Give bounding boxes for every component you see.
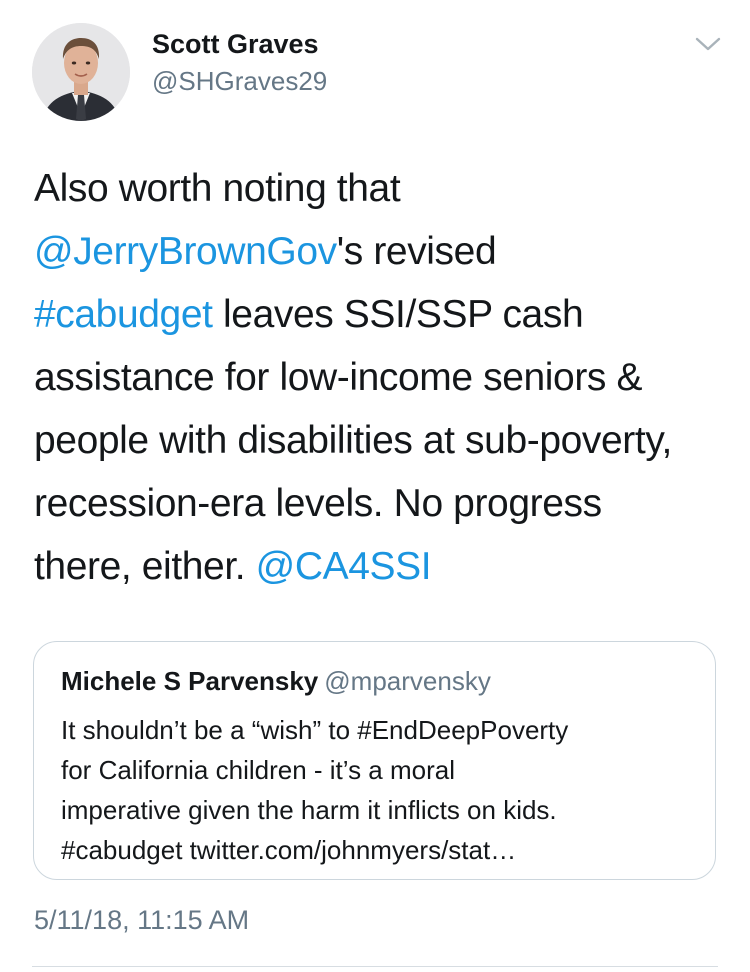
tweet-line: assistance for low-income seniors &	[34, 356, 643, 399]
divider	[32, 966, 718, 967]
tweet-line: #cabudget leaves SSI/SSP cash	[34, 283, 734, 346]
avatar[interactable]	[32, 23, 130, 121]
tweet-line: Also worth noting that	[34, 167, 401, 210]
tweet-line: there, either. @CA4SSI	[34, 535, 734, 598]
tweet-text: Also worth noting that @JerryBrownGov's …	[34, 157, 734, 598]
chevron-down-icon[interactable]	[694, 34, 722, 54]
tweet-line: @JerryBrownGov's revised	[34, 220, 734, 283]
quoted-tweet-text: It shouldn’t be a “wish” to #EndDeepPove…	[61, 710, 701, 870]
mention-link-ca4ssi[interactable]: @CA4SSI	[256, 545, 432, 588]
quoted-tweet-header: Michele S Parvensky @mparvensky	[61, 666, 491, 697]
tweet-header: Scott Graves @SHGraves29	[0, 0, 750, 130]
tweet-timestamp[interactable]: 5/11/18, 11:15 AM	[34, 905, 249, 936]
tweet-line: people with disabilities at sub-poverty,	[34, 419, 672, 462]
tweet-text-segment: there, either.	[34, 545, 256, 588]
tweet-line: recession-era levels. No progress	[34, 482, 602, 525]
quoted-author-name: Michele S Parvensky	[61, 666, 319, 696]
hashtag-link-cabudget[interactable]: #cabudget	[34, 293, 213, 336]
tweet-text-segment: 's revised	[336, 230, 497, 273]
quoted-author-handle: @mparvensky	[324, 666, 491, 696]
profile-photo-icon	[32, 23, 130, 121]
mention-link-jerrybrowngov[interactable]: @JerryBrownGov	[34, 230, 337, 273]
quoted-line: #cabudget twitter.com/johnmyers/stat…	[61, 835, 517, 865]
tweet-text-segment: leaves SSI/SSP cash	[212, 293, 584, 336]
quoted-tweet-card[interactable]: Michele S Parvensky @mparvensky It should…	[33, 641, 716, 880]
author-name[interactable]: Scott Graves	[152, 29, 319, 60]
quoted-line: It shouldn’t be a “wish” to #EndDeepPove…	[61, 715, 569, 745]
quoted-line: imperative given the harm it inflicts on…	[61, 795, 557, 825]
quoted-line: for California children - it’s a moral	[61, 755, 455, 785]
author-handle[interactable]: @SHGraves29	[152, 66, 327, 97]
